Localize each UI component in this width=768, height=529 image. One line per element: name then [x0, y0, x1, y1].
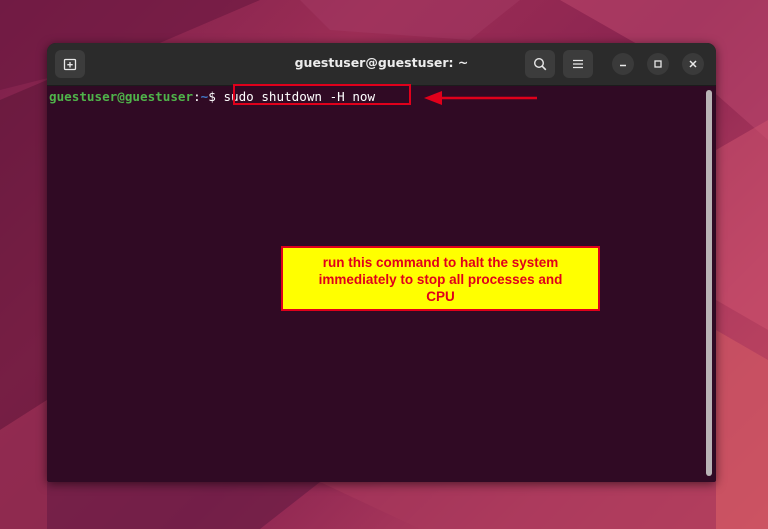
search-button[interactable]	[525, 50, 555, 78]
minimize-button[interactable]	[612, 53, 634, 75]
terminal-scrollbar[interactable]	[706, 90, 712, 476]
new-tab-button[interactable]	[55, 50, 85, 78]
command-highlight-box	[233, 84, 411, 105]
close-icon	[689, 60, 697, 68]
hamburger-menu-icon	[573, 59, 583, 69]
annotation-callout: run this command to halt the system imme…	[281, 246, 600, 311]
desktop-background: guestuser@guestuser: ~ guestuser@guestus…	[0, 0, 768, 529]
minimize-icon	[620, 64, 626, 67]
terminal-headerbar[interactable]: guestuser@guestuser: ~	[47, 43, 716, 86]
callout-line-1: run this command to halt the system	[322, 255, 559, 270]
prompt-symbol: $	[208, 89, 216, 104]
maximize-icon	[654, 60, 662, 68]
callout-line-3: CPU	[426, 289, 455, 304]
search-icon	[533, 57, 547, 71]
callout-line-2: immediately to stop all processes and	[318, 272, 563, 287]
menu-button[interactable]	[563, 50, 593, 78]
prompt-user-host: guestuser@guestuser	[49, 89, 194, 104]
new-tab-icon	[63, 58, 77, 71]
close-button[interactable]	[682, 53, 704, 75]
prompt-separator: :	[193, 89, 201, 104]
maximize-button[interactable]	[647, 53, 669, 75]
